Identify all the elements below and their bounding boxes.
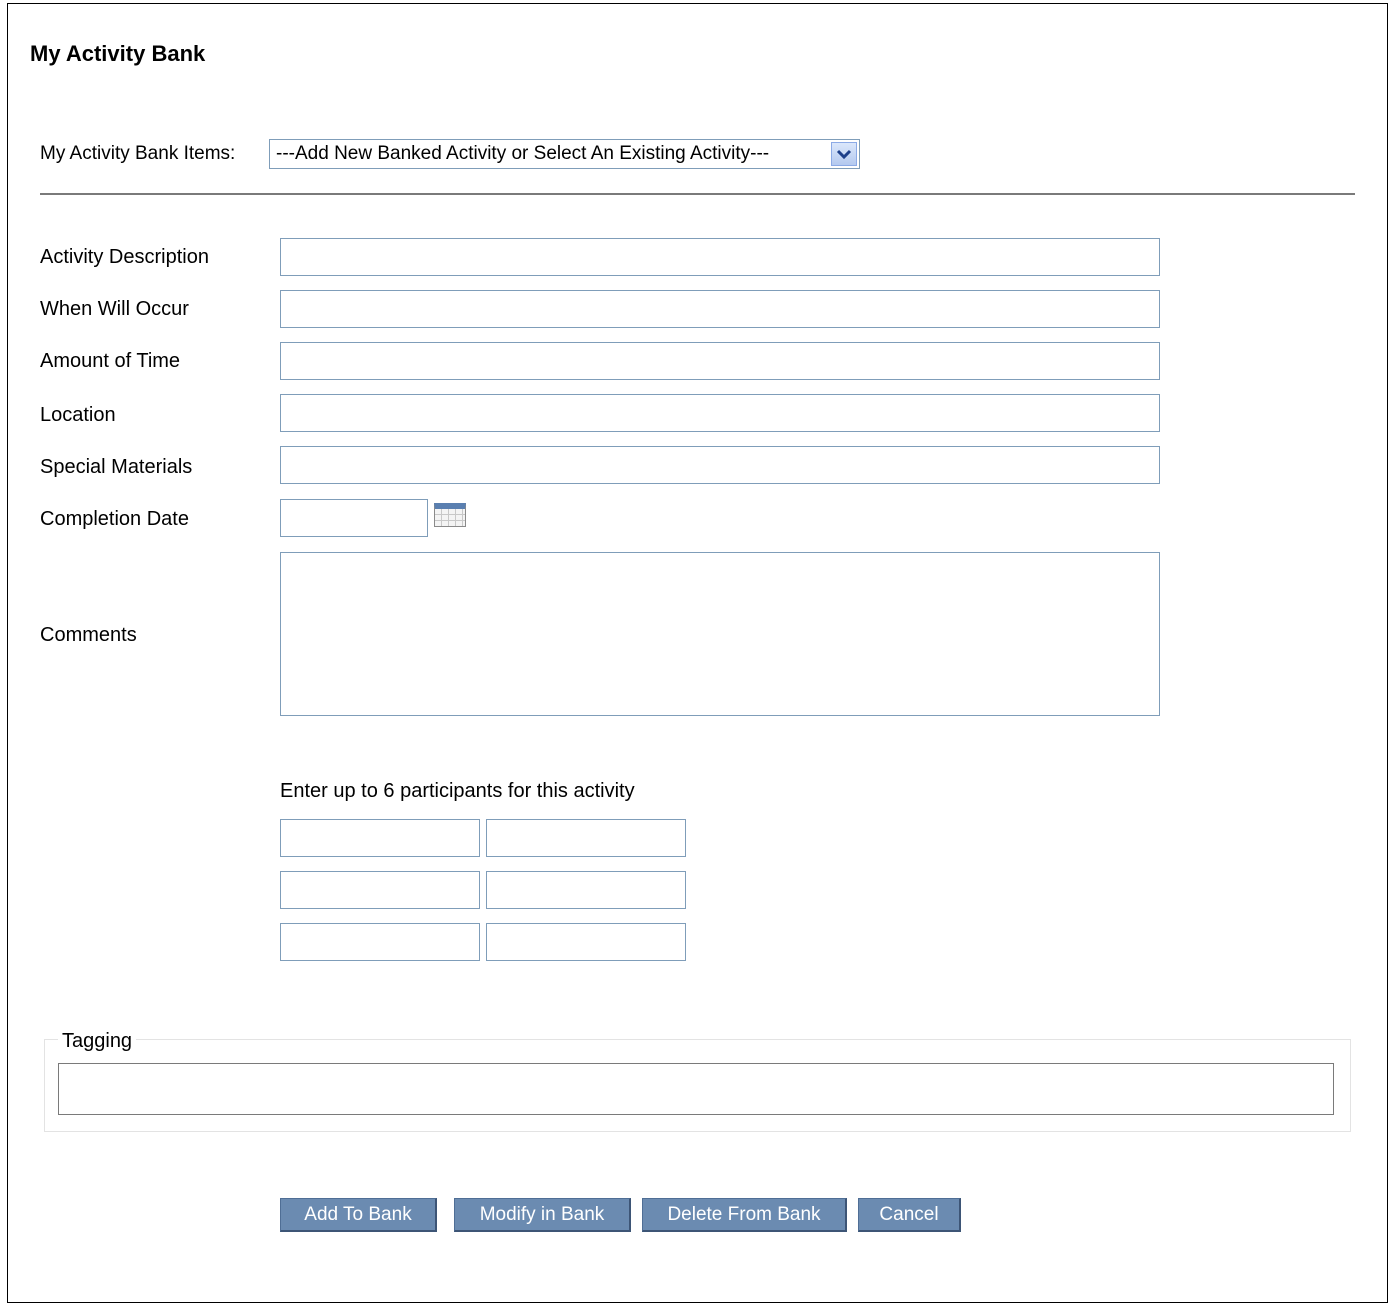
amount-of-time-input[interactable] bbox=[280, 342, 1160, 380]
participants-instruction: Enter up to 6 participants for this acti… bbox=[280, 780, 635, 802]
bank-items-label: My Activity Bank Items: bbox=[40, 143, 236, 164]
delete-from-bank-button[interactable]: Delete From Bank bbox=[642, 1198, 847, 1232]
activity-description-input[interactable] bbox=[280, 238, 1160, 276]
participant-input-5[interactable] bbox=[280, 923, 480, 961]
comments-label: Comments bbox=[40, 624, 137, 646]
comments-textarea[interactable] bbox=[280, 552, 1160, 716]
modify-in-bank-button[interactable]: Modify in Bank bbox=[454, 1198, 631, 1232]
when-will-occur-label: When Will Occur bbox=[40, 298, 189, 320]
participant-input-4[interactable] bbox=[486, 871, 686, 909]
section-divider bbox=[40, 193, 1355, 195]
location-label: Location bbox=[40, 404, 116, 426]
page-title: My Activity Bank bbox=[30, 41, 206, 66]
bank-items-selected-value: ---Add New Banked Activity or Select An … bbox=[276, 143, 770, 164]
participant-input-2[interactable] bbox=[486, 819, 686, 857]
activity-description-label: Activity Description bbox=[40, 246, 209, 268]
cancel-button[interactable]: Cancel bbox=[858, 1198, 961, 1232]
chevron-down-icon[interactable] bbox=[831, 142, 857, 166]
calendar-icon[interactable] bbox=[434, 503, 466, 527]
participant-input-6[interactable] bbox=[486, 923, 686, 961]
when-will-occur-input[interactable] bbox=[280, 290, 1160, 328]
participant-input-3[interactable] bbox=[280, 871, 480, 909]
tagging-legend: Tagging bbox=[58, 1029, 137, 1053]
special-materials-input[interactable] bbox=[280, 446, 1160, 484]
tagging-input[interactable] bbox=[58, 1063, 1334, 1115]
amount-of-time-label: Amount of Time bbox=[40, 350, 181, 372]
location-input[interactable] bbox=[280, 394, 1160, 432]
add-to-bank-button[interactable]: Add To Bank bbox=[280, 1198, 437, 1232]
completion-date-input[interactable] bbox=[280, 499, 428, 537]
participant-input-1[interactable] bbox=[280, 819, 480, 857]
special-materials-label: Special Materials bbox=[40, 456, 193, 478]
bank-items-select[interactable]: ---Add New Banked Activity or Select An … bbox=[269, 139, 860, 169]
completion-date-label: Completion Date bbox=[40, 508, 189, 530]
